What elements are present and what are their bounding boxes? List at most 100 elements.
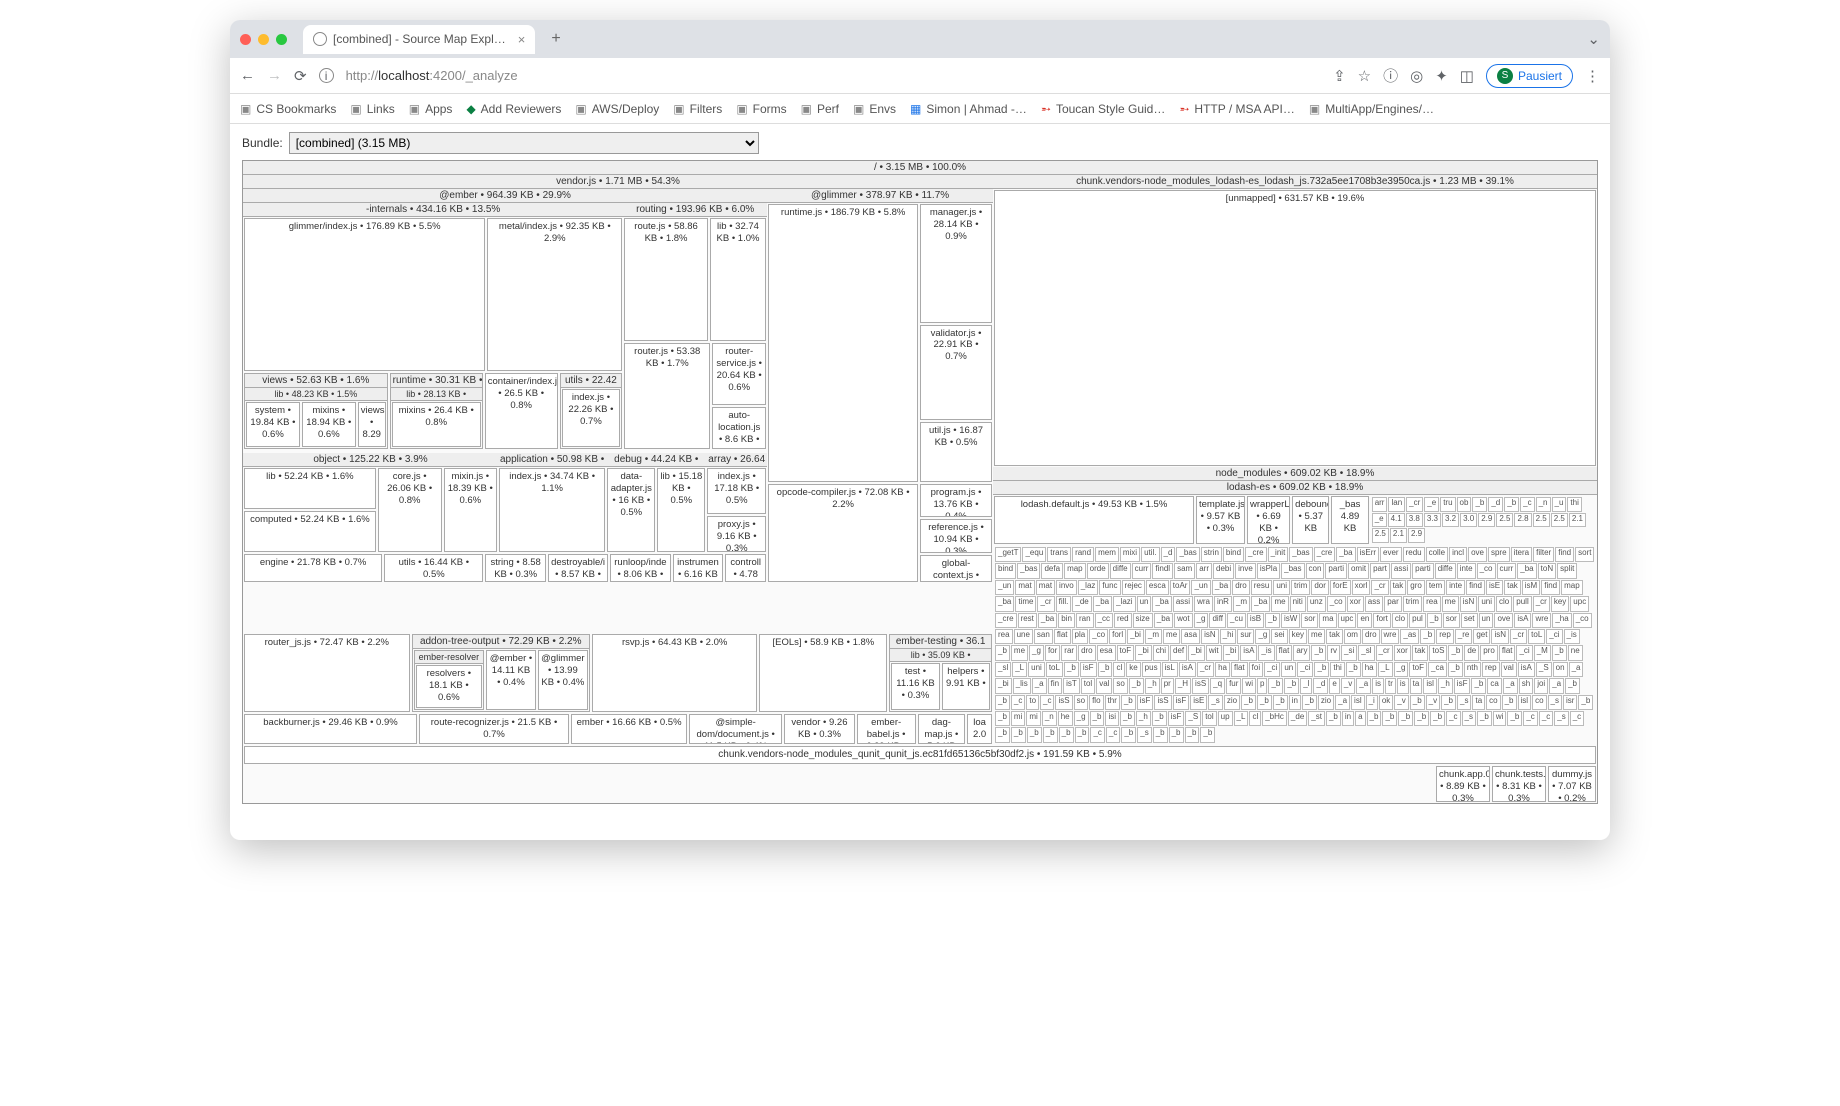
profile-chip[interactable]: S Pausiert bbox=[1486, 64, 1573, 88]
cell-views-views[interactable]: views • 8.29 bbox=[359, 403, 385, 443]
cell-metal-index[interactable]: metal/index.js • 92.35 KB • 2.9% bbox=[488, 219, 621, 247]
cell-ember-resolvers[interactable]: resolvers • 18.1 KB • 0.6% bbox=[417, 666, 481, 706]
bundle-select[interactable]: [combined] (3.15 MB) bbox=[289, 132, 759, 154]
gear-icon[interactable]: ◎ bbox=[1410, 67, 1423, 85]
new-tab-button[interactable]: + bbox=[543, 26, 568, 52]
cell-auto-location[interactable]: auto-location.js • 8.6 KB • bbox=[713, 408, 765, 448]
menu-icon[interactable]: ⋮ bbox=[1585, 67, 1600, 85]
cell-node-modules[interactable]: node_modules • 609.02 KB • 18.9% bbox=[993, 467, 1597, 481]
treemap-root[interactable]: / • 3.15 MB • 100.0% bbox=[243, 161, 1597, 175]
cell-chunk-app[interactable]: chunk.app.09 • 8.89 KB • 0.3% bbox=[1437, 767, 1489, 801]
bookmark-item[interactable]: ◆Add Reviewers bbox=[466, 102, 561, 116]
cell-object-mixin[interactable]: mixin.js • 18.39 KB • 0.6% bbox=[445, 469, 496, 509]
cell-string[interactable]: string • 8.58 KB • 0.3% bbox=[486, 555, 544, 581]
bookmark-item[interactable]: ➵HTTP / MSA API… bbox=[1179, 102, 1295, 116]
cell-addon-ember[interactable]: @ember • 14.11 KB • 0.4% bbox=[487, 651, 535, 691]
cell-array-index[interactable]: index.js • 17.18 KB • 0.5% bbox=[708, 469, 765, 509]
minimize-icon[interactable] bbox=[258, 34, 269, 45]
cell-chunk-tests[interactable]: chunk.tests.2 • 8.31 KB • 0.3% bbox=[1493, 767, 1545, 801]
cell-utils[interactable]: utils • 22.42 bbox=[561, 374, 622, 388]
cell-glimmer-validator[interactable]: validator.js • 22.91 KB • 0.7% bbox=[921, 326, 991, 366]
cell-lodash-default[interactable]: lodash.default.js • 49.53 KB • 1.5% bbox=[995, 497, 1193, 513]
cell-vendor-row[interactable]: vendor • 9.26 KB • 0.3% bbox=[785, 715, 853, 743]
cell-debug-data[interactable]: data-adapter.js • 16 KB • 0.5% bbox=[608, 469, 654, 521]
bookmark-item[interactable]: ▣AWS/Deploy bbox=[575, 102, 659, 116]
cell-backburner[interactable]: backburner.js • 29.46 KB • 0.9% bbox=[245, 715, 416, 731]
cell-dummy[interactable]: dummy.js • 7.07 KB • 0.2% bbox=[1549, 767, 1595, 801]
cell-route-recognizer[interactable]: route-recognizer.js • 21.5 KB • 0.7% bbox=[420, 715, 568, 743]
info-icon[interactable]: i bbox=[319, 68, 334, 83]
bookmark-item[interactable]: ▣Forms bbox=[736, 102, 786, 116]
close-icon[interactable] bbox=[240, 34, 251, 45]
cell-debug-lib[interactable]: lib • 15.18 KB • 0.5% bbox=[658, 469, 704, 509]
cell-utils-row[interactable]: utils • 16.44 KB • 0.5% bbox=[385, 555, 482, 581]
cell-ember-testing[interactable]: ember-testing • 36.1 bbox=[890, 635, 991, 649]
cell-container[interactable]: container/index.js • 26.5 KB • 0.8% bbox=[486, 374, 557, 414]
panel-icon[interactable]: ◫ bbox=[1460, 67, 1474, 85]
cell-engine[interactable]: engine • 21.78 KB • 0.7% bbox=[245, 555, 381, 571]
cell-views[interactable]: views • 52.63 KB • 1.6% bbox=[245, 374, 387, 388]
cell-eols[interactable]: [EOLs] • 58.9 KB • 1.8% bbox=[760, 635, 886, 651]
cell-debug[interactable]: debug • 44.24 KB • bbox=[606, 453, 706, 467]
maximize-icon[interactable] bbox=[276, 34, 287, 45]
back-icon[interactable]: ← bbox=[240, 67, 255, 84]
cell-lodash-es[interactable]: lodash-es • 609.02 KB • 18.9% bbox=[993, 481, 1597, 495]
cell-glimmer-reference[interactable]: reference.js • 10.94 KB • 0.3% bbox=[921, 520, 991, 551]
info2-icon[interactable]: ⓘ bbox=[1383, 65, 1398, 86]
cell-glimmer-opcode[interactable]: opcode-compiler.js • 72.08 KB • 2.2% bbox=[769, 485, 917, 513]
bookmark-item[interactable]: ▣Apps bbox=[409, 102, 453, 116]
cell-views-lib[interactable]: lib • 48.23 KB • 1.5% bbox=[245, 388, 387, 401]
cell-router-service[interactable]: router-service.js • 20.64 KB • 0.6% bbox=[713, 344, 765, 396]
cell-unmapped[interactable]: [unmapped] • 631.57 KB • 19.6% bbox=[995, 191, 1595, 207]
extensions-icon[interactable]: ✦ bbox=[1435, 67, 1448, 85]
bookmark-item[interactable]: ▣Perf bbox=[801, 102, 839, 116]
cell-addon-tree[interactable]: addon-tree-output • 72.29 KB • 2.2% bbox=[413, 635, 589, 649]
cell-ember[interactable]: @ember • 964.39 KB • 29.9% bbox=[243, 189, 767, 203]
cell-object-lib[interactable]: lib • 52.24 KB • 1.6% bbox=[245, 469, 375, 485]
cell-route-js[interactable]: route.js • 58.86 KB • 1.8% bbox=[625, 219, 707, 247]
close-tab-icon[interactable]: × bbox=[518, 32, 526, 47]
cell-debo[interactable]: debounce.js • 5.37 KB bbox=[1293, 497, 1328, 537]
cell-views-mixins[interactable]: mixins • 18.94 KB • 0.6% bbox=[303, 403, 355, 443]
cell-loa[interactable]: loa 2.0 bbox=[968, 715, 991, 743]
cell-object[interactable]: object • 125.22 KB • 3.9% bbox=[243, 453, 498, 467]
bookmark-item[interactable]: ▣Links bbox=[350, 102, 394, 116]
cell-glimmer[interactable]: @glimmer • 378.97 KB • 11.7% bbox=[767, 189, 993, 203]
cell-array[interactable]: array • 26.64 bbox=[706, 453, 767, 467]
cell-internals[interactable]: -internals • 434.16 KB • 13.5% bbox=[243, 203, 623, 217]
cell-runtime[interactable]: runtime • 30.31 KB • 1.0% bbox=[391, 374, 482, 388]
star-icon[interactable]: ☆ bbox=[1358, 67, 1371, 85]
cell-et-test[interactable]: test • 11.16 KB • 0.3% bbox=[892, 664, 938, 704]
bookmark-item[interactable]: ➵Toucan Style Guid… bbox=[1041, 102, 1165, 116]
cell-instrument[interactable]: instrumen • 6.16 KB • bbox=[674, 555, 723, 581]
cell-glimmer-program[interactable]: program.js • 13.76 KB • 0.4% bbox=[921, 485, 991, 516]
cell-views-system[interactable]: system • 19.84 KB • 0.6% bbox=[247, 403, 299, 443]
cell-application[interactable]: application • 50.98 KB • bbox=[498, 453, 606, 467]
reload-icon[interactable]: ⟳ bbox=[294, 67, 307, 85]
cell-ember-babel[interactable]: ember-babel.js • 6.39 KB • bbox=[858, 715, 915, 743]
chevron-down-icon[interactable]: ⌄ bbox=[1587, 30, 1600, 48]
cell-glimmer-index[interactable]: glimmer/index.js • 176.89 KB • 5.5% bbox=[245, 219, 484, 235]
cell-lodash-chunk[interactable]: chunk.vendors-node_modules_lodash-es_lod… bbox=[993, 175, 1597, 189]
bookmark-item[interactable]: ▣Envs bbox=[853, 102, 896, 116]
cell-runtime-mixins[interactable]: mixins • 26.4 KB • 0.8% bbox=[393, 403, 480, 431]
cell-wrapp[interactable]: wrapperLodash.js • 6.69 KB • 0.2% bbox=[1248, 497, 1289, 543]
cell-qunit[interactable]: chunk.vendors-node_modules_qunit_qunit_j… bbox=[245, 747, 1595, 763]
bookmark-item[interactable]: ▣Filters bbox=[673, 102, 722, 116]
cell-routing-lib[interactable]: lib • 32.74 KB • 1.0% bbox=[711, 219, 765, 247]
cell-rsvp[interactable]: rsvp.js • 64.43 KB • 2.0% bbox=[593, 635, 757, 651]
cell-vendor[interactable]: vendor.js • 1.71 MB • 54.3% bbox=[243, 175, 993, 189]
bookmark-item[interactable]: ▣MultiApp/Engines/… bbox=[1309, 102, 1434, 116]
cell-object-core[interactable]: core.js • 26.06 KB • 0.8% bbox=[379, 469, 441, 509]
cell-et-helpers[interactable]: helpers • 9.91 KB • bbox=[943, 664, 989, 692]
cell-glimmer-global[interactable]: global-context.js • 7.98 KB • bbox=[921, 556, 991, 581]
share-icon[interactable]: ⇪ bbox=[1333, 67, 1346, 85]
cell-simple-dom[interactable]: @simple-dom/document.js • 11.5 KB • 0.4% bbox=[690, 715, 781, 743]
cell-template[interactable]: template.js • 9.57 KB • 0.3% bbox=[1197, 497, 1244, 537]
cell-destroyable[interactable]: destroyable/i • 8.57 KB • 0.3% bbox=[549, 555, 607, 581]
cell-glimmer-runtime[interactable]: runtime.js • 186.79 KB • 5.8% bbox=[769, 205, 917, 221]
cell-runloop[interactable]: runloop/inde • 8.06 KB • 0.2% bbox=[611, 555, 669, 581]
cell-object-computed[interactable]: computed • 52.24 KB • 1.6% bbox=[245, 512, 375, 528]
cell-glimmer-manager[interactable]: manager.js • 28.14 KB • 0.9% bbox=[921, 205, 991, 245]
bookmark-item[interactable]: ▦Simon | Ahmad -… bbox=[910, 102, 1027, 116]
